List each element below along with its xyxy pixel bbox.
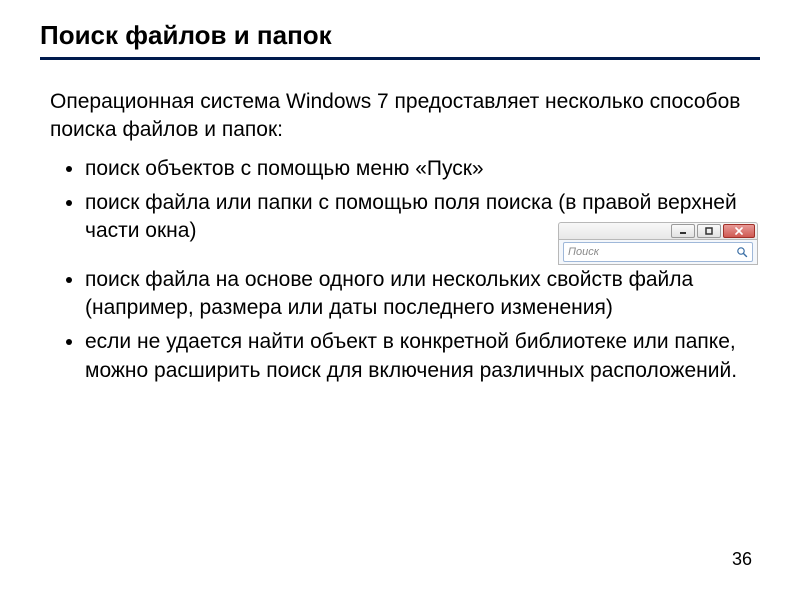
search-icon	[736, 246, 748, 258]
search-bar-area: Поиск	[558, 239, 758, 265]
page-number: 36	[732, 549, 752, 570]
slide: Поиск файлов и папок Операционная систем…	[0, 0, 800, 600]
search-input[interactable]: Поиск	[563, 242, 753, 262]
intro-text: Операционная система Windows 7 предостав…	[50, 88, 760, 145]
search-placeholder: Поиск	[568, 246, 599, 258]
bullet-list-bottom: поиск файла на основе одного или несколь…	[60, 266, 760, 385]
minimize-icon	[679, 227, 687, 235]
title-underline	[40, 57, 760, 60]
close-icon	[734, 227, 744, 235]
list-item: поиск объектов с помощью меню «Пуск»	[85, 155, 760, 183]
minimize-button[interactable]	[671, 224, 695, 238]
window-titlebar	[558, 222, 758, 239]
close-button[interactable]	[723, 224, 755, 238]
list-item: поиск файла на основе одного или несколь…	[85, 266, 760, 323]
maximize-button[interactable]	[697, 224, 721, 238]
search-window: Поиск	[558, 222, 758, 265]
maximize-icon	[705, 227, 713, 235]
page-title: Поиск файлов и папок	[40, 20, 760, 51]
list-item: если не удается найти объект в конкретно…	[85, 328, 760, 385]
